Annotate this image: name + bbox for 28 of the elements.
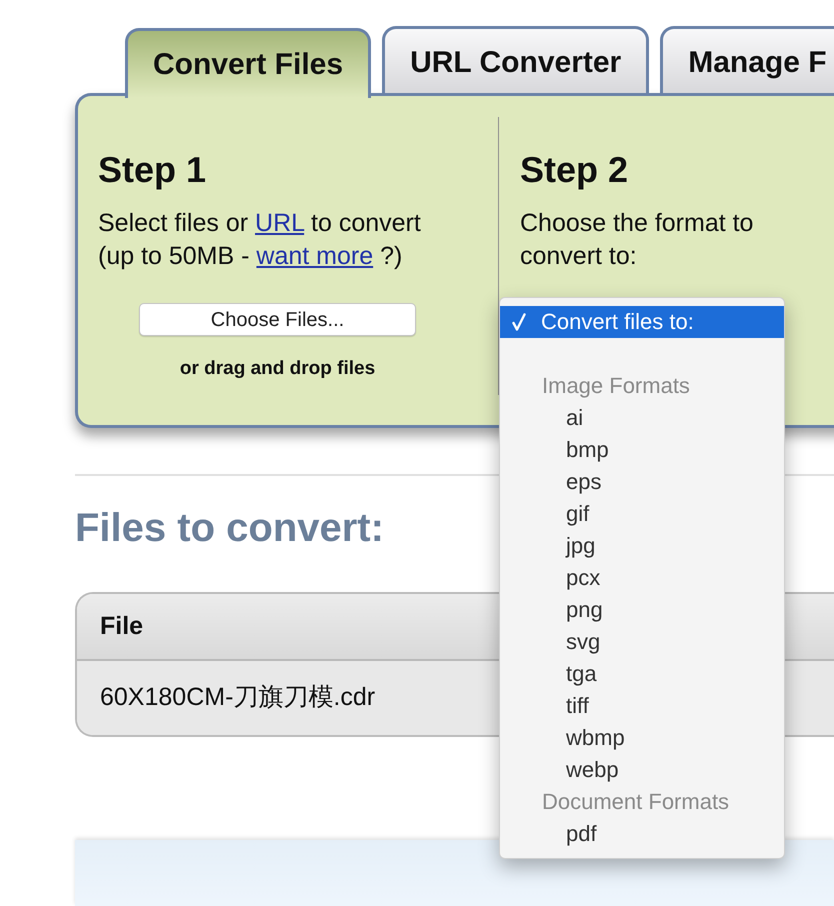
dropdown-option[interactable]: gif <box>500 498 784 530</box>
text-link[interactable]: want more <box>256 242 374 270</box>
instructions-text: Choose the format to convert to: <box>520 208 754 272</box>
dropdown-option[interactable]: pdf <box>500 818 784 850</box>
step-heading: Step 1 <box>98 148 206 192</box>
dropdown-option[interactable]: webp <box>500 754 784 786</box>
instructions-text: Select files or URL to convert (up to 50MB - want more ?) <box>98 208 422 272</box>
dropdown-option[interactable]: bmp <box>500 434 784 466</box>
choose-files-button[interactable]: Choose Files... <box>139 303 416 336</box>
tab[interactable]: Manage F <box>660 26 834 93</box>
dropdown-option[interactable]: Convert files to: <box>500 306 784 338</box>
tab[interactable]: URL Converter <box>382 26 650 93</box>
option-group-label: Document Formats <box>541 788 730 816</box>
dropdown-option[interactable]: tga <box>500 658 784 690</box>
dropdown-option[interactable]: svg <box>500 626 784 658</box>
option-group-label: Image Formats <box>541 372 691 400</box>
dropdown-option[interactable]: jpg <box>500 530 784 562</box>
check-icon <box>512 313 526 331</box>
dropdown-option[interactable]: png <box>500 594 784 626</box>
text-link[interactable]: URL <box>255 209 304 237</box>
step-heading: Step 2 <box>520 148 628 192</box>
dropdown-option[interactable]: eps <box>500 466 784 498</box>
section-heading: Files to convert: <box>75 505 384 552</box>
dropdown-option[interactable]: ai <box>500 402 784 434</box>
dropdown-option[interactable]: tiff <box>500 690 784 722</box>
tab[interactable]: Convert Files <box>125 28 372 98</box>
drag-drop-hint: or drag and drop files <box>180 357 376 381</box>
dropdown-option[interactable]: pcx <box>500 562 784 594</box>
